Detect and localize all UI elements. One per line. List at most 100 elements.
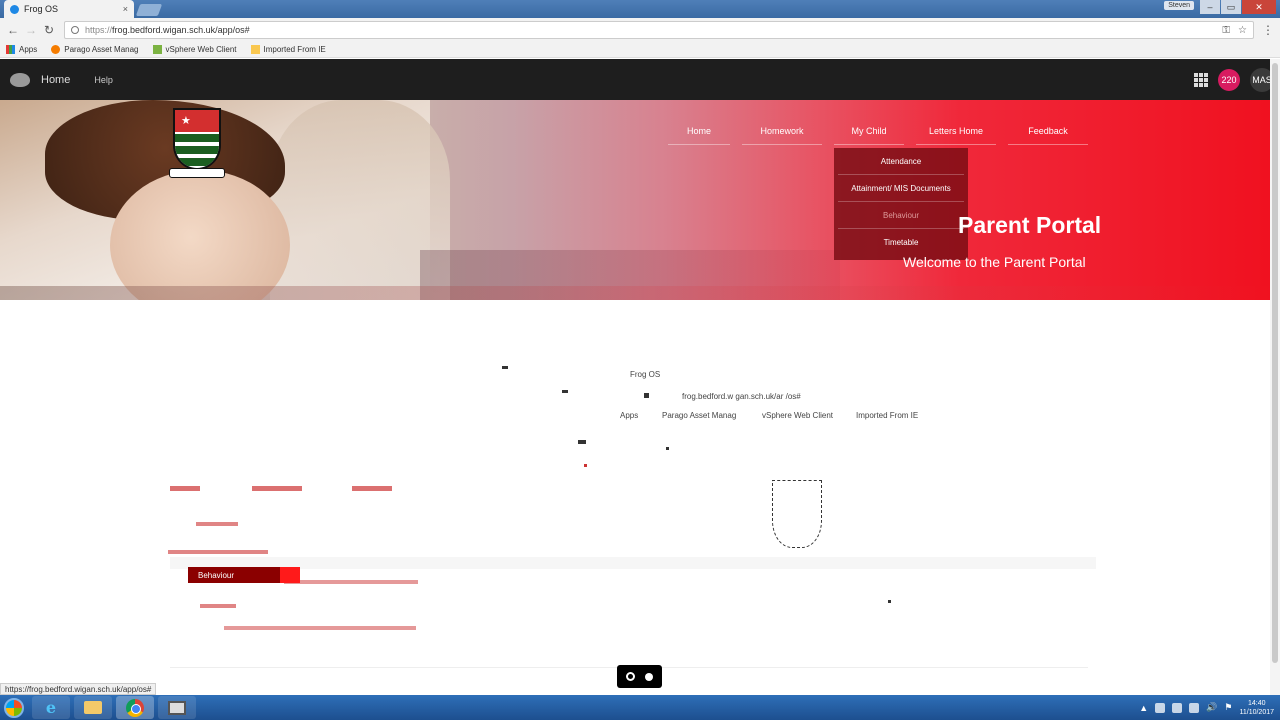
- artifact-speck: [888, 600, 891, 603]
- start-button[interactable]: [0, 695, 28, 720]
- browser-toolbar: ← → ↻ https://frog.bedford.wigan.sch.uk/…: [0, 18, 1280, 42]
- app-home-link[interactable]: Home: [41, 74, 70, 86]
- bookmark-apps[interactable]: Apps: [6, 45, 37, 54]
- browser-tab-strip: Frog OS × Steven – ▭ ✕: [0, 0, 1280, 18]
- action-center-icon[interactable]: [1189, 702, 1200, 713]
- bookmark-parago[interactable]: Parago Asset Manag: [51, 45, 139, 54]
- ghost-behaviour-item: Behaviour: [188, 567, 300, 583]
- notifications-badge[interactable]: 220: [1218, 68, 1240, 91]
- app-help-link[interactable]: Help: [94, 75, 113, 85]
- ghost-crest-icon: [772, 480, 822, 548]
- bookmark-imported[interactable]: Imported From IE: [250, 45, 326, 54]
- artifact-speck: [666, 447, 669, 450]
- portal-subtitle: Welcome to the Parent Portal: [903, 254, 1086, 270]
- folder-icon: [250, 45, 260, 54]
- slideshow-controls: [617, 665, 662, 688]
- frog-logo-icon[interactable]: [10, 72, 30, 87]
- system-tray: ▲ 🔊 ⚑ 14:40 11/10/2017: [1139, 695, 1274, 720]
- status-bar-url: https://frog.bedford.wigan.sch.uk/app/os…: [0, 683, 157, 695]
- chrome-icon: [126, 698, 144, 717]
- parago-icon: [51, 45, 61, 54]
- artifact-speck: [168, 550, 268, 554]
- bookmark-vsphere[interactable]: vSphere Web Client: [152, 45, 237, 54]
- taskbar-remote-desktop[interactable]: [158, 696, 196, 719]
- bookmarks-bar: Apps Parago Asset Manag vSphere Web Clie…: [0, 42, 1280, 58]
- artifact-speck: [562, 390, 568, 393]
- menu-item-attainment[interactable]: Attainment/ MIS Documents: [838, 175, 964, 202]
- nav-home[interactable]: Home: [668, 117, 730, 145]
- menu-item-behaviour[interactable]: Behaviour: [838, 202, 964, 229]
- scrollbar-thumb[interactable]: [1272, 63, 1278, 663]
- ghost-bookmark-parago: Parago Asset Manag: [662, 411, 737, 420]
- browser-tab[interactable]: Frog OS ×: [4, 0, 134, 18]
- taskbar-chrome[interactable]: [116, 696, 154, 719]
- bookmark-star-icon[interactable]: ☆: [1238, 25, 1247, 36]
- ghost-bookmark-apps: Apps: [620, 411, 639, 420]
- screen: Frog OS × Steven – ▭ ✕ ← → ↻ https://fro…: [0, 0, 1280, 720]
- address-bar[interactable]: https://frog.bedford.wigan.sch.uk/app/os…: [64, 21, 1254, 39]
- clock-date: 11/10/2017: [1239, 708, 1274, 716]
- my-child-dropdown: Attendance Attainment/ MIS Documents Beh…: [834, 148, 968, 260]
- apps-grid-icon[interactable]: [1194, 72, 1208, 87]
- windows-logo-icon: [4, 697, 24, 718]
- clock[interactable]: 14:40 11/10/2017: [1239, 699, 1274, 717]
- remote-desktop-icon: [168, 700, 186, 715]
- slide-dot-active-icon[interactable]: [645, 672, 653, 681]
- menu-item-attendance[interactable]: Attendance: [838, 148, 964, 175]
- frog-app-bar: Home Help 220 MAS: [0, 59, 1280, 100]
- tray-expand-icon[interactable]: ▲: [1139, 703, 1148, 713]
- taskbar-explorer[interactable]: [74, 696, 112, 719]
- tab-title: Frog OS: [24, 4, 59, 14]
- ghost-bookmark-vsphere: vSphere Web Client: [762, 411, 833, 420]
- artifact-speck: [170, 486, 200, 491]
- nav-my-child[interactable]: My Child: [834, 117, 904, 145]
- profile-button[interactable]: Steven: [1164, 1, 1194, 10]
- minimize-button[interactable]: –: [1200, 0, 1220, 14]
- onedrive-icon[interactable]: [1172, 702, 1183, 713]
- page-scrollbar[interactable]: [1270, 59, 1280, 695]
- omnibox-icons: ⚿ ☆: [1222, 25, 1247, 36]
- artifact-speck: [502, 366, 508, 369]
- back-button[interactable]: ←: [4, 21, 22, 39]
- browser-menu-icon[interactable]: ⋮: [1260, 23, 1276, 37]
- taskbar-ie[interactable]: e: [32, 696, 70, 719]
- artifact-speck: [284, 580, 418, 584]
- nav-letters-home[interactable]: Letters Home: [916, 117, 996, 145]
- menu-item-timetable[interactable]: Timetable: [838, 229, 964, 256]
- portal-nav: Home Homework My Child Letters Home Feed…: [668, 117, 1088, 145]
- hero-bottom-strip: [0, 286, 1280, 300]
- artifact-speck: [578, 440, 586, 444]
- user-initials: MAS: [1252, 74, 1272, 85]
- clock-time: 14:40: [1247, 699, 1266, 707]
- artifact-speck: [252, 486, 302, 491]
- ghost-bookmark-imported: Imported From IE: [856, 411, 919, 420]
- school-crest-icon: ★: [169, 108, 225, 182]
- slide-dot-icon[interactable]: [626, 672, 635, 681]
- artifact-speck: [196, 522, 238, 526]
- page-content: Frog OS frog.bedford.w gan.sch.uk/ar /os…: [0, 300, 1280, 695]
- forward-button[interactable]: →: [22, 21, 40, 39]
- reload-button[interactable]: ↻: [40, 21, 58, 39]
- close-window-button[interactable]: ✕: [1242, 0, 1276, 14]
- maximize-button[interactable]: ▭: [1221, 0, 1241, 14]
- ghost-bar: [170, 557, 1096, 569]
- key-icon[interactable]: ⚿: [1222, 25, 1230, 36]
- ghost-tab-title: Frog OS: [630, 370, 661, 379]
- address-url: https://frog.bedford.wigan.sch.uk/app/os…: [85, 25, 250, 35]
- internet-explorer-icon: e: [45, 698, 57, 717]
- taskbar: e ▲ 🔊 ⚑ 14:40 11/10/2017: [0, 695, 1280, 720]
- tab-close-icon[interactable]: ×: [123, 4, 128, 14]
- artifact-speck: [224, 626, 416, 630]
- network-icon[interactable]: [1155, 702, 1166, 713]
- nav-homework[interactable]: Homework: [742, 117, 822, 145]
- frog-favicon-icon: [10, 4, 19, 14]
- window-controls: – ▭ ✕: [1199, 0, 1276, 14]
- flag-icon[interactable]: ⚑: [1224, 702, 1232, 713]
- app-bar-right: 220 MAS: [1194, 59, 1277, 100]
- new-tab-button[interactable]: [135, 4, 163, 16]
- artifact-speck: [352, 486, 392, 491]
- volume-icon[interactable]: 🔊: [1206, 702, 1217, 713]
- nav-feedback[interactable]: Feedback: [1008, 117, 1088, 145]
- vsphere-icon: [152, 45, 162, 54]
- artifact-speck: [644, 393, 649, 398]
